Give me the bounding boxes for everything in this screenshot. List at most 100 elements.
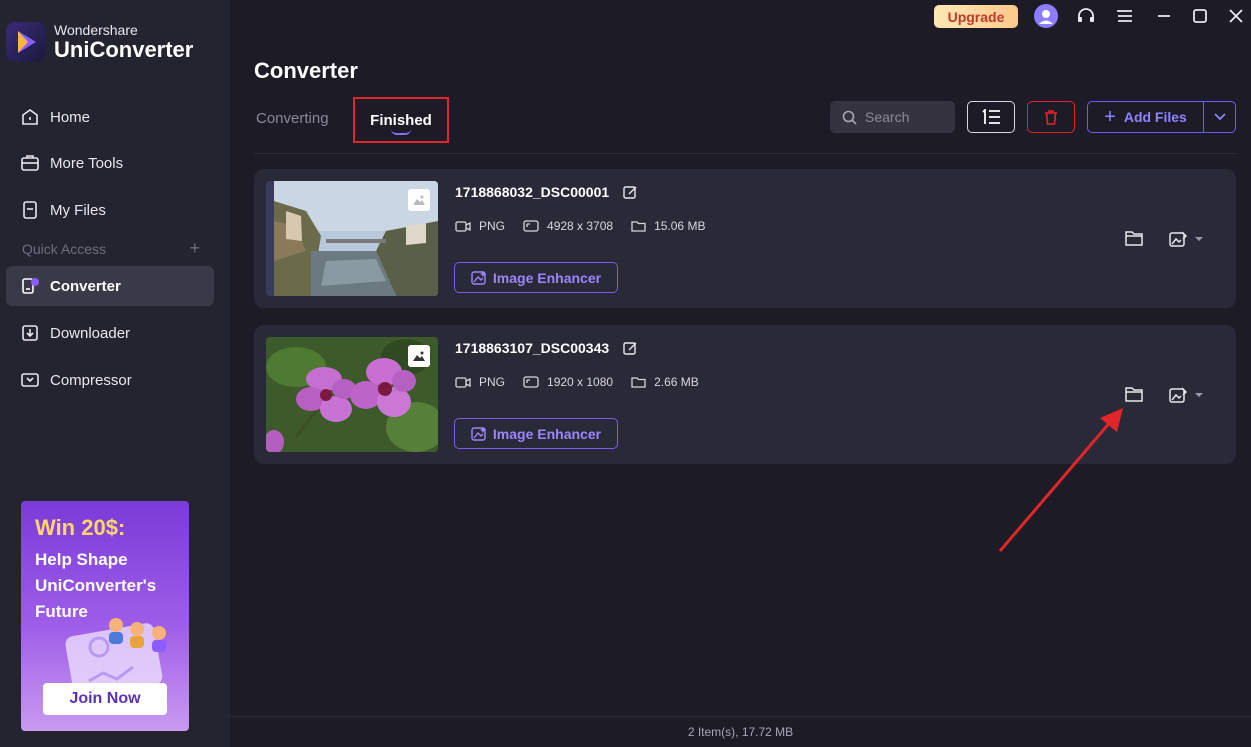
search-icon	[842, 110, 857, 125]
sidebar: Wondershare UniConverter Home More Tools…	[0, 0, 230, 747]
sidebar-item-label: My Files	[50, 201, 106, 219]
tab-finished[interactable]: Finished	[353, 97, 449, 143]
download-icon	[20, 323, 40, 343]
join-now-button[interactable]: Join Now	[43, 683, 167, 715]
file-meta: PNG 4928 x 3708 15.06 MB	[455, 219, 723, 233]
search-box[interactable]	[830, 101, 955, 133]
close-icon[interactable]	[1224, 4, 1248, 28]
file-card: 1718863107_DSC00343 PNG 1920 x 1080 2.66…	[254, 325, 1236, 464]
active-tab-indicator	[391, 129, 411, 135]
image-edit-dropdown[interactable]	[1168, 385, 1208, 405]
sidebar-item-compressor[interactable]: Compressor	[6, 360, 214, 400]
sidebar-item-downloader[interactable]: Downloader	[6, 313, 214, 353]
sidebar-item-home[interactable]: Home	[6, 97, 214, 137]
status-summary: 2 Item(s), 17.72 MB	[687, 725, 794, 739]
status-bar: 2 Item(s), 17.72 MB	[230, 716, 1251, 747]
upgrade-button[interactable]: Upgrade	[934, 5, 1018, 28]
image-enhancer-icon	[471, 426, 486, 441]
converter-icon	[20, 276, 40, 296]
file-name: 1718868032_DSC00001	[455, 184, 638, 200]
quick-access-add-icon[interactable]: +	[189, 239, 200, 257]
plus-icon: +	[1104, 105, 1116, 128]
add-files-label: Add Files	[1123, 109, 1187, 125]
format-info: PNG	[455, 375, 505, 389]
add-files-dropdown[interactable]	[1203, 101, 1236, 133]
file-meta: PNG 1920 x 1080 2.66 MB	[455, 375, 717, 389]
image-edit-icon	[1169, 231, 1188, 247]
compress-icon	[20, 370, 40, 390]
trash-icon	[1045, 109, 1057, 125]
file-name: 1718863107_DSC00343	[455, 340, 638, 356]
divider	[254, 153, 1236, 154]
file-name-text: 1718868032_DSC00001	[455, 184, 610, 200]
add-files-button[interactable]: + Add Files	[1087, 101, 1204, 133]
quick-access-header: Quick Access +	[22, 239, 200, 257]
image-type-badge-icon	[408, 345, 430, 367]
file-thumbnail[interactable]	[266, 337, 438, 452]
promo-title: Win 20$:	[35, 515, 126, 540]
sidebar-item-more-tools[interactable]: More Tools	[6, 143, 214, 183]
image-type-badge-icon	[408, 189, 430, 211]
sidebar-item-label: Home	[50, 108, 91, 126]
file-card: 1718868032_DSC00001 PNG 4928 x 3708 15.0…	[254, 169, 1236, 308]
size-info: 2.66 MB	[631, 375, 699, 389]
delete-button[interactable]	[1027, 101, 1075, 133]
sidebar-item-converter[interactable]: Converter	[6, 266, 214, 306]
resolution-text: 1920 x 1080	[547, 375, 614, 389]
size-text: 2.66 MB	[654, 375, 699, 389]
tab-converting[interactable]: Converting	[256, 110, 329, 127]
image-enhancer-label: Image Enhancer	[492, 269, 602, 286]
sidebar-item-label: Downloader	[50, 324, 131, 342]
caret-down-icon	[1195, 237, 1203, 241]
brand-name: UniConverter	[54, 37, 194, 62]
sidebar-item-label: Converter	[50, 277, 121, 295]
resolution-icon	[523, 376, 539, 388]
menu-icon[interactable]	[1113, 4, 1137, 28]
folder-icon	[1125, 387, 1143, 402]
video-format-icon	[455, 376, 471, 388]
size-info: 15.06 MB	[631, 219, 705, 233]
resolution-text: 4928 x 3708	[547, 219, 614, 233]
support-headset-icon[interactable]	[1074, 4, 1098, 28]
image-edit-dropdown[interactable]	[1168, 229, 1208, 249]
open-folder-button[interactable]	[1124, 385, 1146, 405]
list-order-icon	[982, 109, 1000, 124]
resolution-info: 1920 x 1080	[523, 375, 613, 389]
promo-banner[interactable]: Win 20$: Help Shape UniConverter's Futur…	[21, 501, 189, 731]
edit-icon[interactable]	[623, 341, 638, 356]
edit-icon[interactable]	[623, 185, 638, 200]
image-enhancer-icon	[471, 270, 486, 285]
file-name-text: 1718863107_DSC00343	[455, 340, 610, 356]
minimize-icon[interactable]	[1152, 4, 1176, 28]
image-enhancer-button[interactable]: Image Enhancer	[454, 262, 618, 293]
file-icon	[20, 200, 40, 220]
image-edit-icon	[1169, 387, 1188, 403]
page-title: Converter	[254, 58, 358, 83]
size-text: 15.06 MB	[654, 219, 706, 233]
resolution-icon	[523, 220, 539, 232]
sidebar-item-my-files[interactable]: My Files	[6, 190, 214, 230]
maximize-icon[interactable]	[1188, 4, 1212, 28]
format-text: PNG	[479, 375, 506, 389]
caret-down-icon	[1195, 393, 1203, 397]
folder-icon	[631, 377, 646, 388]
image-enhancer-label: Image Enhancer	[492, 425, 602, 442]
video-format-icon	[455, 220, 471, 232]
sidebar-item-label: Compressor	[50, 371, 132, 389]
app-logo-icon	[6, 22, 46, 62]
open-folder-button[interactable]	[1124, 229, 1146, 249]
chevron-down-icon	[1213, 113, 1226, 121]
sort-list-button[interactable]	[967, 101, 1015, 133]
image-enhancer-button[interactable]: Image Enhancer	[454, 418, 618, 449]
promo-illustration-icon	[65, 618, 166, 691]
format-text: PNG	[479, 219, 506, 233]
sidebar-item-label: More Tools	[50, 154, 124, 172]
avatar[interactable]	[1034, 4, 1058, 28]
search-input[interactable]	[865, 109, 951, 125]
folder-icon	[631, 221, 646, 232]
resolution-info: 4928 x 3708	[523, 219, 613, 233]
tab-finished-label: Finished	[370, 111, 432, 129]
home-icon	[20, 107, 40, 127]
brand-top: Wondershare	[54, 22, 138, 38]
file-thumbnail[interactable]	[266, 181, 438, 296]
